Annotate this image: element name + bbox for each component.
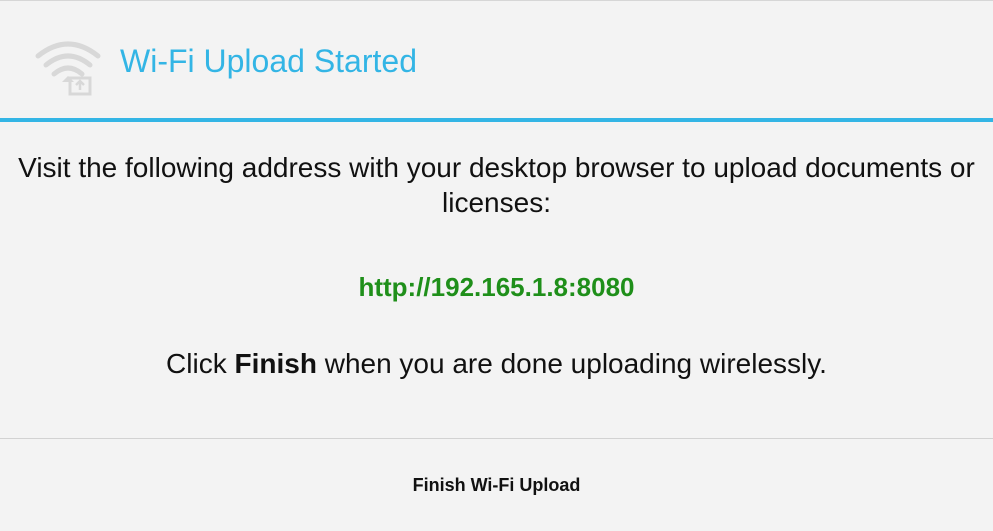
upload-instructions: Visit the following address with your de… [18,152,975,218]
wifi-upload-icon [32,34,104,96]
dialog-content: Visit the following address with your de… [0,122,993,439]
finish-note-prefix: Click [166,348,235,379]
finish-wifi-upload-button[interactable]: Finish Wi-Fi Upload [0,439,993,531]
finish-note-emphasis: Finish [234,348,317,379]
dialog-title: Wi-Fi Upload Started [120,43,417,79]
finish-note-suffix: when you are done uploading wirelessly. [316,348,827,379]
finish-note: Click Finish when you are done uploading… [0,346,993,382]
dialog-title-bar: Wi-Fi Upload Started [0,1,993,122]
wifi-upload-dialog: Wi-Fi Upload Started Visit the following… [0,0,993,531]
upload-url: http://192.165.1.8:8080 [358,272,635,302]
